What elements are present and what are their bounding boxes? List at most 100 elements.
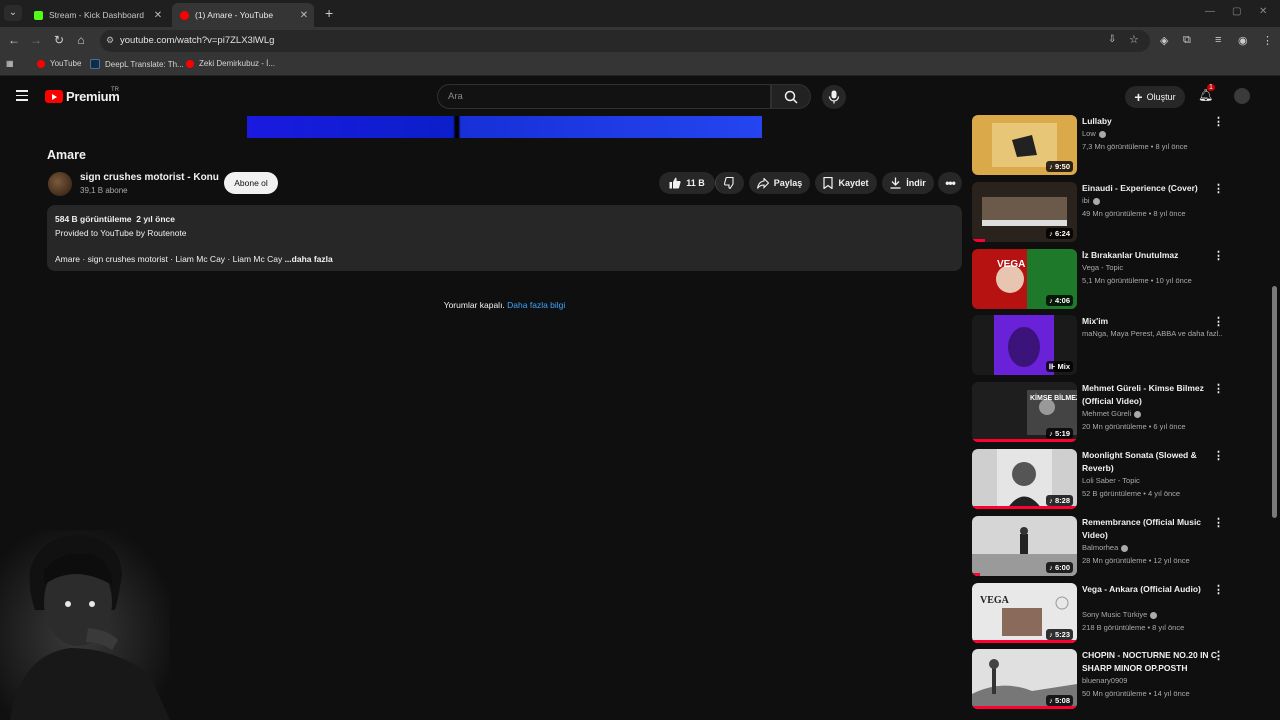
svg-text:KİMSE BİLMEZ: KİMSE BİLMEZ [1030, 394, 1077, 402]
recommended-title[interactable]: Mix'im [1082, 315, 1222, 328]
more-vertical-icon[interactable]: ⋮ [1213, 315, 1224, 328]
bookmark-star-icon[interactable]: ☆ [1129, 33, 1139, 46]
forward-icon[interactable]: → [28, 33, 44, 47]
learn-more-link[interactable]: Daha fazla bilgi [507, 300, 565, 310]
recommended-video[interactable]: ♪ 6:00 Remembrance (Official Music Video… [972, 516, 1262, 578]
recommended-channel[interactable]: Mehmet Güreli [1082, 409, 1222, 418]
video-player[interactable] [247, 116, 762, 138]
site-info-icon[interactable]: ⚙ [106, 35, 114, 46]
recommended-title[interactable]: Mehmet Güreli - Kimse Bilmez (Official V… [1082, 382, 1222, 408]
video-thumbnail[interactable]: ♪ 8:28 [972, 449, 1077, 509]
download-button[interactable]: İndir [882, 172, 934, 194]
recommended-video[interactable]: ♪ 9:50 Lullaby Low 7,3 Mn görüntüleme • … [972, 115, 1262, 177]
shield-extension-icon[interactable]: ◈ [1160, 34, 1168, 47]
video-thumbnail[interactable]: ♪ 6:24 [972, 182, 1077, 242]
browser-menu-icon[interactable]: ⋮ [1262, 34, 1273, 47]
recommended-video[interactable]: ⊪ Mix Mix'im maNga, Maya Perest, ABBA ve… [972, 315, 1262, 377]
recommended-channel[interactable]: Low [1082, 129, 1222, 138]
minimize-icon[interactable]: — [1205, 6, 1215, 17]
recommended-title[interactable]: Remembrance (Official Music Video) [1082, 516, 1222, 542]
youtube-logo-icon [45, 90, 63, 103]
recommended-channel[interactable]: Loli Saber - Topic [1082, 476, 1222, 485]
duration-badge: ♪ 8:28 [1046, 495, 1073, 506]
notifications-button[interactable]: 🔔︎ 1 [1198, 84, 1215, 102]
more-vertical-icon[interactable]: ⋮ [1213, 115, 1224, 128]
tab-youtube[interactable]: (1) Amare - YouTube ✕ [172, 3, 314, 27]
video-thumbnail[interactable]: VEGA ♪ 5:23 [972, 583, 1077, 643]
recommended-title[interactable]: Einaudi - Experience (Cover) [1082, 182, 1222, 195]
save-button[interactable]: Kaydet [815, 172, 877, 194]
close-tab-icon[interactable]: ✕ [152, 10, 164, 21]
page-scrollbar[interactable] [1272, 286, 1277, 518]
recommended-title[interactable]: İz Bırakanlar Unutulmaz [1082, 249, 1222, 262]
tab-search-icon[interactable]: ⌄ [4, 5, 22, 21]
like-button[interactable]: 11 B [659, 172, 715, 194]
voice-search-button[interactable] [822, 85, 846, 109]
new-tab-icon[interactable]: + [325, 5, 333, 21]
channel-name: Low [1082, 129, 1096, 138]
tab-kick-dashboard[interactable]: Stream - Kick Dashboard ✕ [26, 3, 168, 27]
video-thumbnail[interactable]: KİMSE BİLMEZ ♪ 5:19 [972, 382, 1077, 442]
more-vertical-icon[interactable]: ⋮ [1213, 583, 1224, 596]
profile-icon[interactable]: ◉ [1238, 34, 1248, 47]
address-bar[interactable]: ⚙ youtube.com/watch?v=pi7ZLX3lWLg ⇩ ☆ [100, 30, 1150, 52]
recommended-title[interactable]: Vega - Ankara (Official Audio) [1082, 583, 1222, 596]
more-actions-button[interactable]: ••• [938, 172, 962, 194]
menu-icon[interactable] [16, 90, 28, 104]
show-more-link[interactable]: ...daha fazla [282, 254, 333, 264]
bookmark-youtube[interactable]: YouTube [37, 59, 81, 68]
create-button[interactable]: + Oluştur [1125, 86, 1185, 108]
youtube-premium-logo[interactable]: Premium TR [45, 87, 120, 104]
apps-grid-icon[interactable]: ▦ [6, 59, 14, 68]
recommended-video[interactable]: VEGA ♪ 5:23 Vega - Ankara (Official Audi… [972, 583, 1262, 645]
video-thumbnail[interactable]: ⊪ Mix [972, 315, 1077, 375]
video-thumbnail[interactable]: ♪ 9:50 [972, 115, 1077, 175]
close-tab-icon[interactable]: ✕ [298, 10, 310, 21]
recommended-video[interactable]: VEGA ♪ 4:06 İz Bırakanlar Unutulmaz Vega… [972, 249, 1262, 311]
more-vertical-icon[interactable]: ⋮ [1213, 249, 1224, 262]
recommended-title[interactable]: CHOPIN - NOCTURNE NO.20 IN C-SHARP MINOR… [1082, 649, 1222, 675]
home-icon[interactable]: ⌂ [73, 33, 89, 47]
search-button[interactable] [771, 84, 811, 109]
extensions-icon[interactable]: ⧉ [1183, 34, 1191, 47]
recommended-video[interactable]: ♪ 5:08 CHOPIN - NOCTURNE NO.20 IN C-SHAR… [972, 649, 1262, 711]
reload-icon[interactable]: ↻ [51, 33, 67, 47]
recommended-video[interactable]: KİMSE BİLMEZ ♪ 5:19 Mehmet Güreli - Kims… [972, 382, 1262, 444]
bookmark-label: YouTube [50, 59, 82, 68]
recommended-channel[interactable]: ibi [1082, 196, 1222, 205]
recommended-video[interactable]: ♪ 6:24 Einaudi - Experience (Cover) ibi … [972, 182, 1262, 244]
more-vertical-icon[interactable]: ⋮ [1213, 516, 1224, 529]
more-vertical-icon[interactable]: ⋮ [1213, 449, 1224, 462]
subscribe-button[interactable]: Abone ol [224, 172, 278, 194]
install-icon[interactable]: ⇩ [1108, 34, 1116, 45]
search-input[interactable]: Ara [437, 84, 771, 109]
maximize-icon[interactable]: ▢ [1232, 6, 1241, 17]
channel-name[interactable]: sign crushes motorist - Konu [80, 172, 219, 183]
recommended-channel[interactable]: Balmorhea [1082, 543, 1222, 552]
channel-avatar[interactable] [48, 172, 72, 196]
recommended-channel[interactable]: maNga, Maya Perest, ABBA ve daha fazl... [1082, 329, 1222, 338]
recommended-title[interactable]: Moonlight Sonata (Slowed & Reverb) [1082, 449, 1222, 475]
recommended-channel[interactable]: Sony Music Türkiye [1082, 610, 1222, 619]
recommended-channel[interactable]: Vega - Topic [1082, 263, 1222, 272]
recommended-title[interactable]: Lullaby [1082, 115, 1222, 128]
bookmark-deepl[interactable]: DeepL Translate: Th... [90, 59, 184, 69]
youtube-header: Premium TR Ara + Oluştur 🔔︎ 1 [0, 76, 1280, 116]
recommended-video[interactable]: ♪ 8:28 Moonlight Sonata (Slowed & Reverb… [972, 449, 1262, 511]
back-icon[interactable]: ← [6, 33, 22, 47]
video-thumbnail[interactable]: ♪ 6:00 [972, 516, 1077, 576]
video-thumbnail[interactable]: ♪ 5:08 [972, 649, 1077, 709]
plus-icon: + [1134, 89, 1143, 105]
share-button[interactable]: Paylaş [749, 172, 810, 194]
video-thumbnail[interactable]: VEGA ♪ 4:06 [972, 249, 1077, 309]
close-window-icon[interactable]: ✕ [1259, 6, 1267, 17]
more-vertical-icon[interactable]: ⋮ [1213, 182, 1224, 195]
recommended-channel[interactable]: bluenary0909 [1082, 676, 1222, 685]
dislike-button[interactable] [715, 172, 744, 194]
more-vertical-icon[interactable]: ⋮ [1213, 382, 1224, 395]
account-avatar[interactable] [1234, 88, 1250, 104]
more-vertical-icon[interactable]: ⋮ [1213, 649, 1224, 662]
media-control-icon[interactable]: ≡ [1215, 34, 1221, 46]
bookmark-zeki[interactable]: Zeki Demirkubuz - İ... [186, 59, 275, 68]
description-box[interactable]: 584 B görüntüleme 2 yıl önce Provided to… [47, 205, 962, 271]
